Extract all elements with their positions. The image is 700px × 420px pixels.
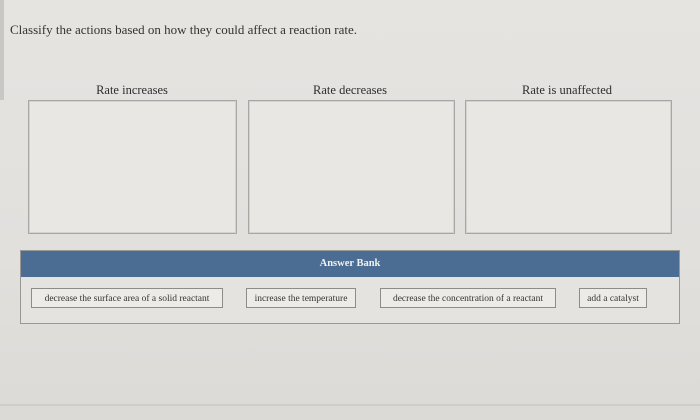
answer-chip-add-catalyst[interactable]: add a catalyst (579, 288, 647, 308)
category-label-increases: Rate increases (96, 83, 168, 97)
drop-zone-rate-unaffected[interactable] (465, 100, 672, 234)
category-label-unaffected: Rate is unaffected (521, 83, 612, 97)
left-edge-strip (0, 0, 4, 100)
question-prompt: Classify the actions based on how they c… (10, 22, 358, 37)
drop-zone-rate-decreases[interactable] (248, 100, 455, 234)
answer-bank-header: Answer Bank (21, 251, 679, 277)
page: Classify the actions based on how they c… (0, 0, 700, 420)
category-label-decreases: Rate decreases (313, 83, 387, 97)
drop-zone-rate-increases[interactable] (28, 100, 237, 234)
answer-chip-decrease-surface-area[interactable]: decrease the surface area of a solid rea… (31, 288, 223, 308)
answer-chip-decrease-concentration[interactable]: decrease the concentration of a reactant (380, 288, 556, 308)
answer-chip-increase-temperature[interactable]: increase the temperature (246, 288, 356, 308)
answer-bank: Answer Bank decrease the surface area of… (20, 250, 680, 324)
bottom-divider (0, 404, 700, 406)
